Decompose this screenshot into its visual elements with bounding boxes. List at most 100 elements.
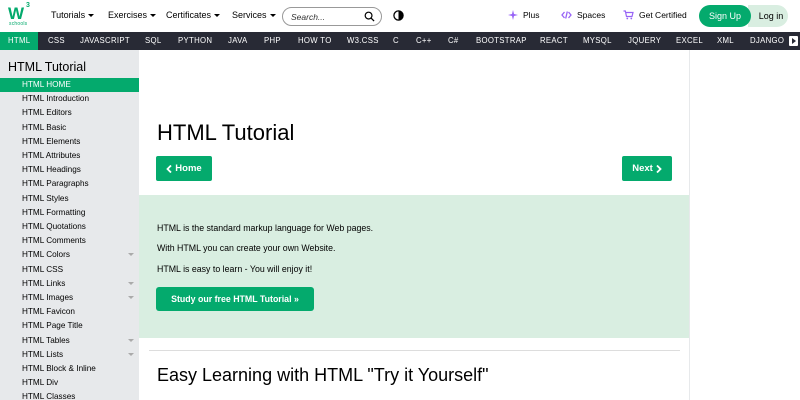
sidebar-item-html-css[interactable]: HTML CSS — [0, 263, 139, 277]
content-right-border — [689, 50, 690, 400]
topnav-w3css[interactable]: W3.CSS — [347, 32, 379, 50]
sidebar-item-html-images[interactable]: HTML Images — [0, 291, 139, 305]
chevron-down-icon — [128, 296, 134, 299]
home-button[interactable]: Home — [156, 156, 212, 181]
sidebar-item-html-quotations[interactable]: HTML Quotations — [0, 220, 139, 234]
sidebar-item-html-formatting[interactable]: HTML Formatting — [0, 206, 139, 220]
topnav-xml[interactable]: XML — [717, 32, 734, 50]
logo-superscript: 3 — [26, 2, 30, 9]
spaces-label: Spaces — [577, 10, 606, 20]
sidebar-item-label: HTML Editors — [22, 108, 72, 118]
sidebar-item-label: HTML Page Title — [22, 321, 83, 331]
sidebar-item-html-favicon[interactable]: HTML Favicon — [0, 305, 139, 319]
sidebar-item-html-paragraphs[interactable]: HTML Paragraphs — [0, 177, 139, 191]
sidebar-item-html-attributes[interactable]: HTML Attributes — [0, 149, 139, 163]
sidebar-item-label: HTML Paragraphs — [22, 179, 89, 189]
dark-mode-toggle-icon[interactable] — [393, 10, 404, 21]
study-tutorial-button[interactable]: Study our free HTML Tutorial » — [156, 287, 314, 311]
topnav-react[interactable]: REACT — [540, 32, 568, 50]
menu-certificates-label: Certificates — [166, 10, 212, 20]
sidebar-item-html-home[interactable]: HTML HOME — [0, 78, 139, 92]
topnav-scroll-right-button[interactable] — [786, 32, 800, 50]
topnav-django[interactable]: DJANGO — [750, 32, 784, 50]
sidebar-item-label: HTML Headings — [22, 165, 81, 175]
chevron-down-icon — [128, 338, 134, 342]
sidebar-item-label: HTML Classes — [22, 392, 76, 400]
sidebar-item-html-links[interactable]: HTML Links — [0, 277, 139, 291]
home-button-label: Home — [175, 163, 202, 174]
topnav-html[interactable]: HTML — [0, 32, 39, 50]
spaces-link[interactable]: Spaces — [561, 10, 605, 20]
sidebar-item-label: HTML Colors — [22, 250, 70, 260]
plus-link[interactable]: Plus — [508, 10, 540, 20]
topnav-csharp[interactable]: C# — [448, 32, 459, 50]
sidebar-item-label: HTML CSS — [22, 264, 64, 274]
topnav-javascript[interactable]: JAVASCRIPT — [80, 32, 130, 50]
chevron-down-icon — [128, 281, 134, 285]
chevron-left-icon — [166, 164, 172, 173]
menu-exercises[interactable]: Exercises — [108, 10, 157, 20]
topnav-excel[interactable]: EXCEL — [676, 32, 703, 50]
sidebar-item-html-headings[interactable]: HTML Headings — [0, 163, 139, 177]
sidebar-item-label: HTML Links — [22, 278, 66, 288]
topnav-bootstrap[interactable]: BOOTSTRAP — [476, 32, 527, 50]
sidebar-item-label: HTML Lists — [22, 349, 64, 359]
sidebar-item-label: HTML Block & Inline — [22, 364, 96, 373]
sidebar-item-html-elements[interactable]: HTML Elements — [0, 135, 139, 149]
chevron-right-icon — [656, 164, 662, 173]
login-label: Log in — [758, 11, 784, 21]
topnav-jquery[interactable]: JQUERY — [628, 32, 661, 50]
topnav-python[interactable]: PYTHON — [178, 32, 212, 50]
search-box[interactable] — [282, 7, 382, 26]
sidebar-item-label: HTML Quotations — [22, 222, 86, 231]
signup-button[interactable]: Sign Up — [699, 5, 751, 27]
sidebar-item-label: HTML Elements — [22, 136, 81, 146]
topnav-sql[interactable]: SQL — [145, 32, 162, 50]
sidebar-item-html-comments[interactable]: HTML Comments — [0, 234, 139, 248]
next-button[interactable]: Next — [622, 156, 672, 181]
top-header: W 3 schools Tutorials Exercises Certific… — [0, 0, 800, 32]
w3schools-logo[interactable]: W 3 schools — [8, 2, 34, 28]
get-certified-label: Get Certified — [639, 10, 687, 20]
sidebar-item-label: HTML Formatting — [22, 207, 86, 217]
topnav: HTML CSS JAVASCRIPT SQL PYTHON JAVA PHP … — [0, 32, 800, 50]
menu-tutorials-label: Tutorials — [51, 10, 86, 20]
topnav-mysql[interactable]: MYSQL — [583, 32, 612, 50]
sidebar-item-html-lists[interactable]: HTML Lists — [0, 348, 139, 362]
sidebar-item-html-introduction[interactable]: HTML Introduction — [0, 92, 139, 106]
intro-line-3: HTML is easy to learn - You will enjoy i… — [157, 264, 313, 274]
sidebar-item-html-styles[interactable]: HTML Styles — [0, 192, 139, 206]
next-button-label: Next — [632, 163, 653, 174]
search-icon[interactable] — [364, 11, 375, 22]
topnav-cpp[interactable]: C++ — [416, 32, 432, 50]
study-tutorial-label: Study our free HTML Tutorial » — [171, 294, 299, 304]
login-button[interactable]: Log in — [748, 5, 788, 27]
sidebar-item-label: HTML Div — [22, 378, 59, 388]
sidebar-item-html-page-title[interactable]: HTML Page Title — [0, 319, 139, 333]
sidebar-item-html-div[interactable]: HTML Div — [0, 376, 139, 390]
sidebar-item-html-basic[interactable]: HTML Basic — [0, 121, 139, 135]
caret-down-icon — [214, 14, 221, 17]
menu-tutorials[interactable]: Tutorials — [51, 10, 95, 20]
sidebar-item-html-tables[interactable]: HTML Tables — [0, 334, 139, 348]
chevron-down-icon — [128, 352, 134, 356]
sidebar-item-html-editors[interactable]: HTML Editors — [0, 106, 139, 120]
sidebar-item-label: HTML HOME — [22, 80, 71, 89]
get-certified-link[interactable]: Get Certified — [623, 10, 687, 20]
menu-certificates[interactable]: Certificates — [166, 10, 221, 20]
menu-exercises-label: Exercises — [108, 10, 148, 20]
sidebar-item-html-classes[interactable]: HTML Classes — [0, 390, 139, 400]
sidebar-item-html-colors[interactable]: HTML Colors — [0, 248, 139, 262]
topnav-php[interactable]: PHP — [264, 32, 281, 50]
topnav-java[interactable]: JAVA — [228, 32, 248, 50]
topnav-css[interactable]: CSS — [48, 32, 65, 50]
sidebar-item-html-block-inline[interactable]: HTML Block & Inline — [0, 362, 139, 376]
topnav-c[interactable]: C — [393, 32, 399, 50]
sidebar-item-label: HTML Styles — [22, 193, 69, 203]
chevron-down-icon — [128, 253, 134, 257]
sidebar-item-label: HTML Favicon — [22, 307, 75, 317]
intro-panel: HTML is the standard markup language for… — [139, 195, 690, 338]
menu-services[interactable]: Services — [232, 10, 276, 20]
topnav-howto[interactable]: HOW TO — [298, 32, 332, 50]
search-input[interactable] — [291, 11, 361, 23]
